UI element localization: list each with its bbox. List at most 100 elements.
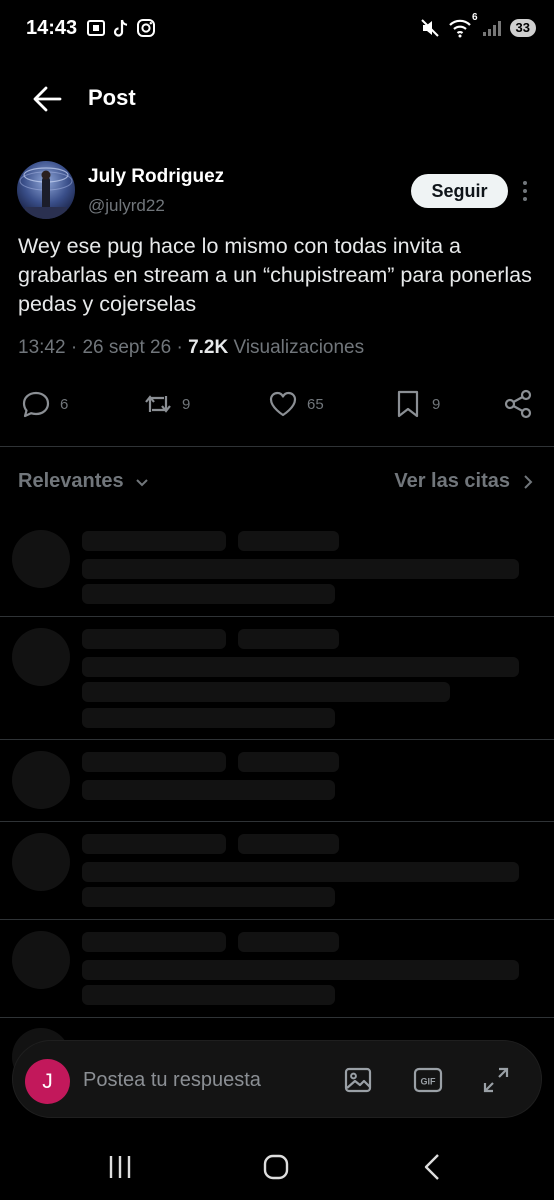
mute-icon bbox=[420, 19, 439, 37]
skeleton-line bbox=[82, 960, 519, 980]
replies-filter-row: Relevantes Ver las citas bbox=[0, 465, 554, 501]
tiktok-icon bbox=[113, 19, 128, 37]
share-button[interactable] bbox=[502, 388, 534, 420]
bookmark-icon bbox=[397, 390, 419, 418]
skeleton-line bbox=[238, 752, 339, 772]
battery-level: 33 bbox=[509, 19, 536, 37]
arrow-left-icon bbox=[33, 86, 62, 112]
heart-icon bbox=[269, 391, 297, 417]
reply-composer: J GIF bbox=[12, 1040, 542, 1118]
post-text: Wey ese pug hace lo mismo con todas invi… bbox=[18, 234, 532, 316]
sort-label: Relevantes bbox=[18, 470, 124, 492]
repost-button[interactable]: 9 bbox=[142, 388, 190, 420]
skeleton-line bbox=[82, 657, 519, 677]
reply-input[interactable] bbox=[83, 1063, 313, 1097]
divider bbox=[0, 821, 554, 822]
skeleton-line bbox=[238, 629, 339, 649]
expand-composer-button[interactable] bbox=[481, 1065, 511, 1095]
skeleton-line bbox=[82, 752, 226, 772]
share-icon bbox=[504, 389, 532, 419]
like-button[interactable]: 65 bbox=[267, 388, 324, 420]
signal-icon bbox=[482, 21, 501, 36]
repost-icon bbox=[145, 395, 171, 413]
expand-icon bbox=[483, 1067, 509, 1093]
divider bbox=[0, 616, 554, 617]
system-back-button[interactable] bbox=[412, 1152, 452, 1182]
bookmark-button[interactable]: 9 bbox=[392, 388, 440, 420]
sort-dropdown[interactable]: Relevantes bbox=[18, 470, 150, 493]
post-meta: 13:42 · 26 sept 26 · 7.2K Visualizacione… bbox=[18, 337, 364, 359]
wifi-indicator: 6 bbox=[448, 12, 478, 38]
post-time: 13:42 bbox=[18, 337, 66, 358]
skeleton-line bbox=[82, 629, 226, 649]
views-count: 7.2K bbox=[188, 337, 229, 358]
views-label[interactable]: Visualizaciones bbox=[234, 337, 365, 358]
meta-separator: · bbox=[70, 337, 83, 358]
wifi-icon bbox=[448, 19, 471, 38]
skeleton-line bbox=[82, 559, 519, 579]
skeleton-line bbox=[238, 834, 339, 854]
chevron-left-icon bbox=[424, 1154, 439, 1180]
skeleton-line bbox=[82, 531, 226, 551]
chevron-right-icon bbox=[524, 474, 533, 489]
image-icon bbox=[344, 1067, 372, 1093]
recent-apps-button[interactable] bbox=[100, 1152, 140, 1182]
skeleton-avatar bbox=[12, 833, 70, 891]
status-time: 14:43 bbox=[26, 17, 78, 39]
notification-icons bbox=[86, 18, 156, 38]
gif-label: GIF bbox=[421, 1077, 437, 1087]
skeleton-line bbox=[238, 531, 339, 551]
add-image-button[interactable] bbox=[343, 1065, 373, 1095]
author-handle[interactable]: @julyrd22 bbox=[88, 196, 165, 216]
page-title: Post bbox=[88, 85, 136, 110]
skeleton-line bbox=[82, 584, 335, 604]
home-button[interactable] bbox=[256, 1152, 296, 1182]
more-vertical-icon bbox=[523, 181, 527, 201]
repost-count: 9 bbox=[182, 395, 191, 413]
recent-apps-icon bbox=[109, 1156, 131, 1178]
like-count: 65 bbox=[307, 395, 324, 413]
skeleton-line bbox=[82, 834, 226, 854]
network-type-label: 6 bbox=[471, 12, 478, 23]
post-date: 26 sept 26 bbox=[82, 337, 172, 358]
chevron-down-icon bbox=[135, 478, 148, 486]
skeleton-avatar bbox=[12, 628, 70, 686]
user-avatar[interactable]: J bbox=[25, 1059, 70, 1104]
bookmark-count: 9 bbox=[432, 395, 441, 413]
follow-button[interactable]: Seguir bbox=[411, 174, 508, 208]
divider bbox=[0, 919, 554, 920]
gif-icon: GIF bbox=[413, 1067, 443, 1093]
author-name[interactable]: July Rodriguez bbox=[88, 166, 224, 188]
skeleton-line bbox=[82, 932, 226, 952]
system-icons: 6 33 bbox=[420, 12, 536, 38]
system-navigation-bar bbox=[0, 1130, 554, 1200]
top-app-bar: Post bbox=[0, 70, 554, 126]
reply-button[interactable]: 6 bbox=[20, 388, 68, 420]
skeleton-avatar bbox=[12, 751, 70, 809]
skeleton-line bbox=[82, 985, 335, 1005]
divider bbox=[0, 446, 554, 447]
more-options-button[interactable] bbox=[516, 179, 534, 203]
divider bbox=[0, 1017, 554, 1018]
skeleton-line bbox=[82, 887, 335, 907]
quotes-label: Ver las citas bbox=[394, 470, 510, 492]
view-quotes-link[interactable]: Ver las citas bbox=[394, 470, 534, 493]
post-actions: 6 9 65 9 bbox=[0, 388, 554, 424]
skeleton-line bbox=[82, 862, 519, 882]
back-button[interactable] bbox=[30, 84, 64, 114]
divider bbox=[0, 739, 554, 740]
add-gif-button[interactable]: GIF bbox=[413, 1065, 443, 1095]
status-bar: 14:43 6 33 bbox=[0, 0, 554, 60]
skeleton-line bbox=[82, 708, 335, 728]
instagram-icon bbox=[137, 19, 155, 37]
home-icon bbox=[263, 1154, 289, 1180]
skeleton-line bbox=[82, 682, 450, 702]
comment-icon bbox=[22, 391, 50, 418]
reply-count: 6 bbox=[60, 395, 69, 413]
skeleton-line bbox=[238, 932, 339, 952]
screen-capture-icon bbox=[87, 20, 105, 36]
skeleton-avatar bbox=[12, 931, 70, 989]
skeleton-line bbox=[82, 780, 335, 800]
meta-separator: · bbox=[176, 337, 189, 358]
author-avatar[interactable] bbox=[17, 161, 75, 219]
